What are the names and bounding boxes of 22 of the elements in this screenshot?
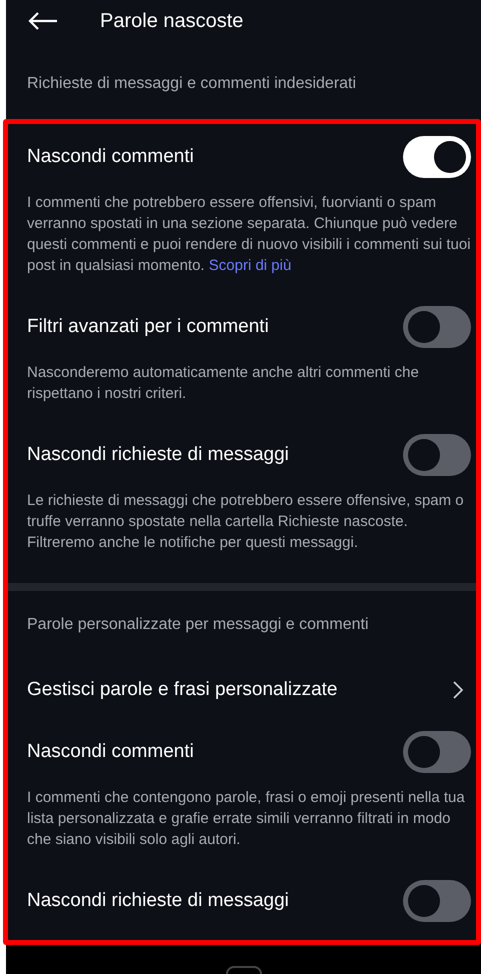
page-title: Parole nascoste (100, 9, 244, 34)
home-indicator[interactable] (226, 966, 262, 974)
back-icon[interactable] (28, 12, 58, 30)
toggle-switch[interactable] (403, 880, 471, 922)
setting-description: Le richieste di messaggi che potrebbero essere offensive, spam o truffe verranno spostate nella cartella Richieste nascoste. Filtreremo anche le notifiche per questi messaggi. (26, 491, 465, 553)
setting-description: Nasconderemo automaticamente anche altri commenti che rispettano i nostri criteri. (26, 363, 420, 404)
setting-label: Nascondi commenti (27, 740, 194, 764)
section-heading: Richieste di messaggi e commenti indesiderati (26, 74, 358, 94)
learn-more-link[interactable]: Scopri di più (208, 257, 292, 274)
setting-description: I commenti che potrebbero essere offensivi, fuorvianti o spam verranno spostati in una sezione separata. Chiunque può vedere questi commenti e puoi rendere di nuovo visibili i commenti sui tuoi post in qualsiasi momento. Scopri di più (26, 193, 472, 276)
setting-description: I commenti che contengono parole, frasi o emoji presenti nella tua lista personalizzata e grafie errate simili verranno filtrati in modo che siano visibili solo agli autori. (26, 788, 466, 850)
section-heading: Parole personalizzate per messaggi e commenti (26, 615, 370, 635)
chevron-right-icon[interactable] (453, 681, 463, 699)
toggle-switch[interactable] (403, 731, 471, 773)
setting-label: Nascondi richieste di messaggi (27, 442, 289, 467)
setting-label: Gestisci parole e frasi personalizzate (27, 678, 338, 702)
toggle-switch[interactable] (403, 434, 471, 476)
setting-label: Nascondi commenti (27, 144, 194, 169)
toggle-switch[interactable] (403, 306, 471, 348)
toggle-switch[interactable] (403, 136, 471, 178)
setting-label: Filtri avanzati per i commenti (27, 314, 269, 339)
setting-label: Nascondi richieste di messaggi (27, 888, 289, 913)
